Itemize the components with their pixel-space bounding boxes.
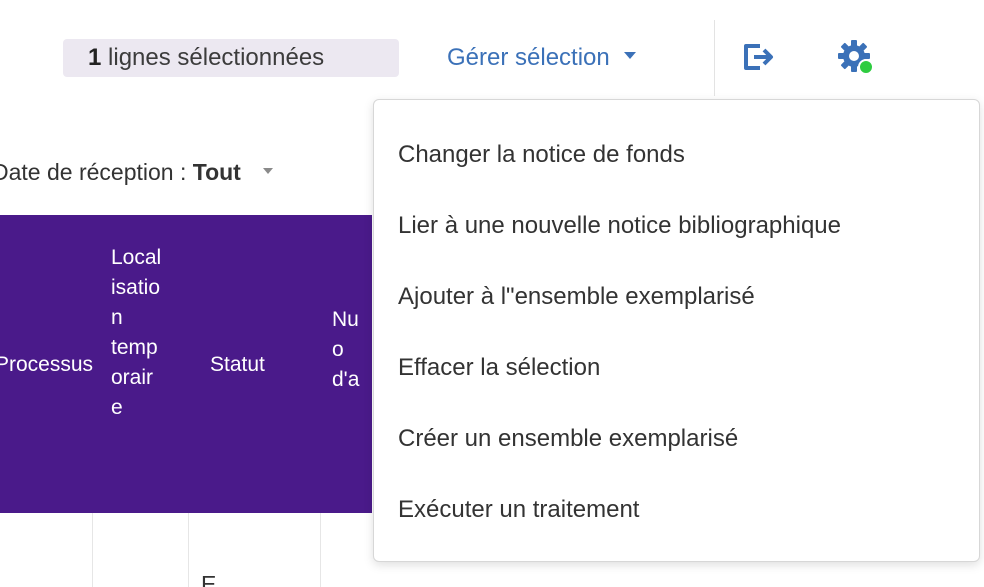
export-icon[interactable] <box>738 38 776 76</box>
selection-count: 1 <box>88 44 102 71</box>
selection-text: lignes sélectionnées <box>108 44 325 71</box>
table-column-divider <box>188 513 189 587</box>
menu-item-change-holdings[interactable]: Changer la notice de fonds <box>398 131 978 179</box>
menu-item-run-job[interactable]: Exécuter un traitement <box>398 486 978 534</box>
chevron-down-icon <box>262 167 273 174</box>
toolbar-divider <box>714 20 715 96</box>
column-header-numero[interactable]: Nu o d'a <box>332 305 359 395</box>
table-column-divider <box>320 513 321 587</box>
settings-gear-icon[interactable] <box>834 36 876 78</box>
menu-item-add-to-set[interactable]: Ajouter à l"ensemble exemplarisé <box>398 273 978 321</box>
column-header-statut[interactable]: Statut <box>210 350 265 380</box>
table-header: Processus Local isatio n temp orair e St… <box>0 215 372 513</box>
filter-value: Tout <box>192 159 241 185</box>
column-header-localisation-temporaire[interactable]: Local isatio n temp orair e <box>111 243 161 423</box>
selection-count-badge: 1 lignes sélectionnées <box>63 39 399 77</box>
reception-date-filter[interactable]: Date de réception : Tout <box>0 152 372 192</box>
menu-item-create-set[interactable]: Créer un ensemble exemplarisé <box>398 415 978 463</box>
menu-item-link-bib-record[interactable]: Lier à une nouvelle notice bibliographiq… <box>398 202 978 250</box>
chevron-down-icon <box>623 52 636 60</box>
manage-selection-label: Gérer sélection <box>447 44 610 71</box>
status-dot <box>858 59 874 75</box>
table-column-divider <box>92 513 93 587</box>
filter-label: Date de réception : <box>0 159 193 185</box>
menu-item-clear-selection[interactable]: Effacer la sélection <box>398 344 978 392</box>
manage-selection-button[interactable]: Gérer sélection <box>447 38 636 78</box>
table-cell-partial: E <box>201 571 217 587</box>
manage-selection-menu: Changer la notice de fonds Lier à une no… <box>373 99 980 562</box>
column-header-processus[interactable]: Processus <box>0 350 93 380</box>
